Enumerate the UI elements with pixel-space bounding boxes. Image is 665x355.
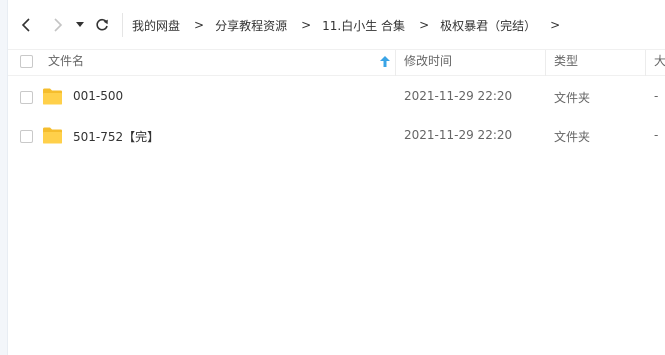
file-list-header: 文件名 修改时间 类型 大: [8, 50, 665, 76]
sidebar-strip: [0, 0, 8, 355]
breadcrumb-item-current-folder[interactable]: 极权暴君（完结）: [440, 17, 536, 34]
breadcrumb-separator: >: [301, 18, 312, 32]
breadcrumb-separator: >: [419, 18, 430, 32]
file-row[interactable]: 001-500 2021-11-29 22:20 文件夹 -: [8, 78, 665, 116]
breadcrumb-separator: >: [194, 18, 205, 32]
column-header-size[interactable]: 大: [654, 50, 665, 76]
refresh-icon: [96, 18, 108, 31]
breadcrumb-item-root[interactable]: 我的网盘: [132, 17, 180, 34]
toolbar-divider: [122, 13, 123, 37]
file-modified-date: 2021-11-29 22:20: [404, 89, 513, 103]
sort-up-arrow-icon[interactable]: [380, 56, 390, 68]
forward-button[interactable]: [46, 13, 70, 37]
column-header-type[interactable]: 类型: [554, 50, 578, 76]
column-header-modified[interactable]: 修改时间: [404, 50, 452, 76]
back-button[interactable]: [15, 13, 39, 37]
chevron-right-icon: [54, 18, 63, 32]
chevron-left-icon: [21, 18, 30, 32]
refresh-button[interactable]: [90, 13, 114, 37]
navigation-toolbar: 我的网盘 > 分享教程资源 > 11.白小生 合集 > 极权暴君（完结） >: [8, 0, 665, 50]
file-name[interactable]: 501-752【完】: [73, 128, 159, 145]
row-checkbox[interactable]: [20, 91, 33, 104]
file-size: -: [654, 89, 659, 103]
folder-icon: [43, 88, 62, 105]
file-name[interactable]: 001-500: [73, 89, 123, 103]
file-modified-date: 2021-11-29 22:20: [404, 128, 513, 142]
file-type: 文件夹: [554, 91, 591, 105]
file-row[interactable]: 501-752【完】 2021-11-29 22:20 文件夹 -: [8, 117, 665, 155]
breadcrumb-item-collection[interactable]: 11.白小生 合集: [322, 17, 405, 34]
breadcrumb: 我的网盘 > 分享教程资源 > 11.白小生 合集 > 极权暴君（完结） >: [132, 0, 571, 50]
breadcrumb-item-share-resources[interactable]: 分享教程资源: [215, 17, 287, 34]
column-header-name[interactable]: 文件名: [48, 50, 84, 76]
breadcrumb-separator: >: [550, 18, 561, 32]
column-divider: [645, 50, 646, 76]
select-all-checkbox[interactable]: [20, 55, 33, 68]
file-type: 文件夹: [554, 130, 591, 144]
file-size: -: [654, 128, 659, 142]
column-divider: [545, 50, 546, 76]
column-divider: [395, 50, 396, 76]
row-checkbox[interactable]: [20, 130, 33, 143]
folder-icon: [43, 127, 62, 144]
caret-down-icon: [76, 22, 84, 27]
history-dropdown-button[interactable]: [70, 13, 90, 37]
